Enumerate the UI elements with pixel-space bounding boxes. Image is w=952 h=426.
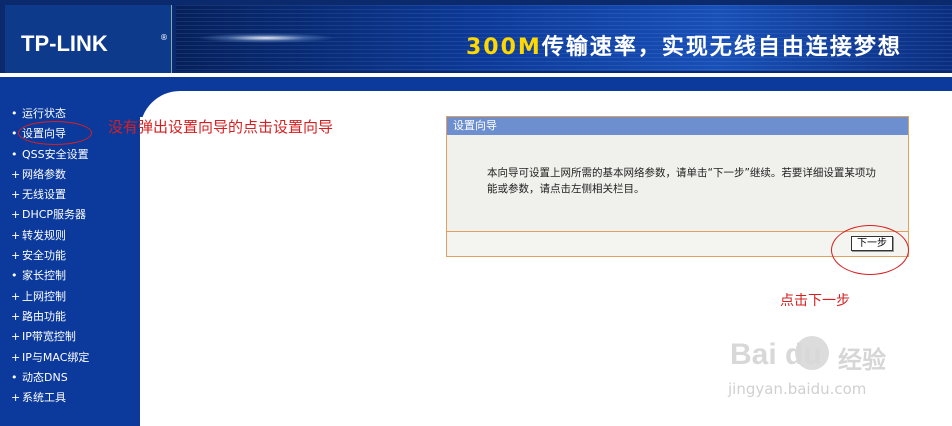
- bullet-icon: •: [11, 147, 18, 161]
- highlight-circle-menu: [18, 121, 92, 145]
- slogan-rest: 传输速率，实现无线自由连接梦想: [541, 35, 902, 60]
- sidebar-menu: • 运行状态 • 设置向导 • QSS安全设置 + 网络参数 + 无线设置 + DHCP服务…: [0, 104, 140, 408]
- sidebar-item-routing[interactable]: + 路由功能: [0, 307, 140, 327]
- expand-plus-icon: +: [11, 289, 21, 303]
- sidebar-item-parental[interactable]: • 家长控制: [0, 266, 140, 286]
- sidebar-item-ip-mac-binding[interactable]: + IP与MAC绑定: [0, 348, 140, 368]
- expand-plus-icon: +: [11, 208, 21, 222]
- sidebar-item-label: QSS安全设置: [22, 147, 89, 161]
- sidebar-item-label: 系统工具: [22, 391, 66, 405]
- watermark-url: jingyan.baidu.com: [728, 380, 867, 398]
- sidebar-item-label: 动态DNS: [22, 370, 68, 384]
- bullet-icon: •: [11, 269, 18, 283]
- watermark-cn: 经验: [838, 346, 886, 374]
- bullet-icon: •: [11, 370, 18, 384]
- sidebar-item-forwarding[interactable]: + 转发规则: [0, 226, 140, 246]
- sidebar-item-label: 路由功能: [22, 309, 66, 323]
- sidebar-item-access-control[interactable]: + 上网控制: [0, 287, 140, 307]
- sidebar-item-label: 上网控制: [22, 289, 66, 303]
- expand-plus-icon: +: [11, 188, 21, 202]
- sidebar-item-label: 转发规则: [22, 228, 66, 242]
- sidebar-item-system-tools[interactable]: + 系统工具: [0, 388, 140, 408]
- top-blue-band: [0, 77, 952, 91]
- header-banner: TP-LINK ® 300M传输速率，实现无线自由连接梦想: [0, 0, 952, 74]
- sidebar-item-label: 无线设置: [22, 188, 66, 202]
- registered-mark: ®: [160, 33, 168, 42]
- sidebar-item-ddns[interactable]: • 动态DNS: [0, 368, 140, 388]
- bullet-icon: •: [11, 127, 18, 141]
- light-beam-decoration: [196, 33, 336, 43]
- sidebar-item-label: IP与MAC绑定: [22, 350, 90, 364]
- expand-plus-icon: +: [11, 167, 21, 181]
- panel-title: 设置向导: [447, 117, 908, 135]
- sidebar-item-label: 安全功能: [22, 249, 66, 263]
- bullet-icon: •: [11, 107, 18, 120]
- sidebar-item-bandwidth[interactable]: + IP带宽控制: [0, 327, 140, 347]
- sidebar-item-label: 家长控制: [22, 269, 66, 283]
- annotation-menu-hint: 没有弹出设置向导的点击设置向导: [108, 118, 334, 136]
- slogan-banner: 300M传输速率，实现无线自由连接梦想: [176, 5, 952, 71]
- sidebar-item-wireless[interactable]: + 无线设置: [0, 185, 140, 205]
- brand-logo-text: TP-LINK: [21, 31, 108, 56]
- annotation-next-hint: 点击下一步: [780, 293, 850, 309]
- brand-logo: TP-LINK ®: [5, 5, 172, 73]
- expand-plus-icon: +: [11, 309, 21, 323]
- sidebar-item-label: IP带宽控制: [22, 330, 76, 344]
- wizard-description: 本向导可设置上网所需的基本网络参数，请单击“下一步”继续。若要详细设置某项功能或…: [487, 167, 876, 195]
- sidebar-item-security[interactable]: + 安全功能: [0, 246, 140, 266]
- expand-plus-icon: +: [11, 391, 21, 405]
- expand-plus-icon: +: [11, 350, 21, 364]
- sidebar-item-dhcp[interactable]: + DHCP服务器: [0, 205, 140, 225]
- highlight-circle-next: [831, 225, 909, 275]
- watermark-logo: Bai du: [730, 338, 822, 371]
- expand-plus-icon: +: [11, 249, 21, 263]
- sidebar-item-label: DHCP服务器: [22, 208, 87, 222]
- slogan-text: 300M传输速率，实现无线自由连接梦想: [466, 29, 902, 61]
- expand-plus-icon: +: [11, 228, 21, 242]
- sidebar-item-label: 网络参数: [22, 167, 66, 181]
- panel-body: 本向导可设置上网所需的基本网络参数，请单击“下一步”继续。若要详细设置某项功能或…: [447, 135, 908, 232]
- sidebar-item-network[interactable]: + 网络参数: [0, 165, 140, 185]
- sidebar-item-qss[interactable]: • QSS安全设置: [0, 145, 140, 165]
- sidebar-item-label: 运行状态: [22, 107, 66, 120]
- slogan-highlight: 300M: [466, 35, 542, 60]
- expand-plus-icon: +: [11, 330, 21, 344]
